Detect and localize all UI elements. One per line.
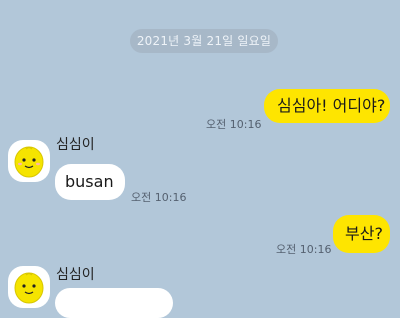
incoming-message-bubble[interactable] [55,288,173,318]
message-text: 심심아! 어디야? [277,96,386,115]
incoming-message-bubble[interactable]: busan [55,164,125,200]
message-time: 오전 10:16 [206,118,262,131]
sender-name: 심심이 [56,137,95,153]
message-text: busan [65,172,114,191]
date-divider: 2021년 3월 21일 일요일 [130,29,278,53]
sender-name: 심심이 [56,267,95,283]
outgoing-message-bubble[interactable]: 부산? [333,215,390,253]
simsimi-character-icon [14,272,44,304]
simsimi-avatar[interactable] [8,140,50,182]
simsimi-character-icon [14,146,44,178]
outgoing-message-bubble[interactable]: 심심아! 어디야? [264,89,390,123]
message-time: 오전 10:16 [131,191,187,204]
message-time: 오전 10:16 [276,243,332,256]
message-text: 부산? [345,224,383,243]
simsimi-avatar[interactable] [8,266,50,308]
